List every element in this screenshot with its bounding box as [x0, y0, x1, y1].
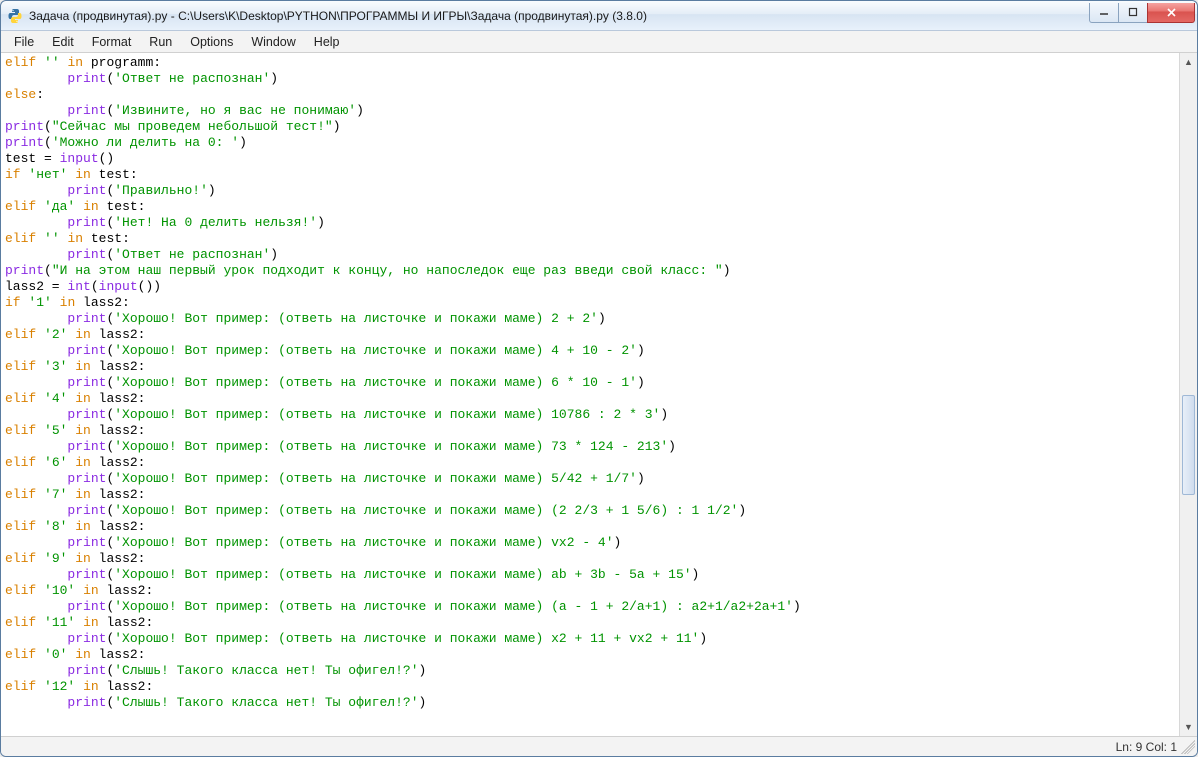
code-line: elif 'да' in test: [5, 199, 1175, 215]
scrollbar-track[interactable] [1180, 71, 1197, 718]
code-line: elif '2' in lass2: [5, 327, 1175, 343]
window-title: Задача (продвинутая).py - C:\Users\K\Des… [29, 9, 1090, 23]
code-line: print('Хорошо! Вот пример: (ответь на ли… [5, 311, 1175, 327]
code-line: print('Хорошо! Вот пример: (ответь на ли… [5, 503, 1175, 519]
code-line: elif '12' in lass2: [5, 679, 1175, 695]
code-line: print("И на этом наш первый урок подходи… [5, 263, 1175, 279]
code-line: elif '6' in lass2: [5, 455, 1175, 471]
scroll-up-arrow-icon[interactable]: ▲ [1180, 53, 1197, 71]
cursor-position: Ln: 9 Col: 1 [1116, 740, 1177, 754]
scrollbar-thumb[interactable] [1182, 395, 1195, 495]
code-line: test = input() [5, 151, 1175, 167]
titlebar[interactable]: Задача (продвинутая).py - C:\Users\K\Des… [1, 1, 1197, 31]
code-line: elif '9' in lass2: [5, 551, 1175, 567]
code-line: print('Хорошо! Вот пример: (ответь на ли… [5, 471, 1175, 487]
code-line: elif '3' in lass2: [5, 359, 1175, 375]
code-line: lass2 = int(input()) [5, 279, 1175, 295]
menu-options[interactable]: Options [181, 33, 242, 51]
statusbar: Ln: 9 Col: 1 [1, 736, 1197, 756]
menu-file[interactable]: File [5, 33, 43, 51]
minimize-button[interactable] [1089, 3, 1119, 23]
code-line: print('Нет! На 0 делить нельзя!') [5, 215, 1175, 231]
code-line: print('Ответ не распознан') [5, 247, 1175, 263]
code-line: print('Хорошо! Вот пример: (ответь на ли… [5, 535, 1175, 551]
menubar: File Edit Format Run Options Window Help [1, 31, 1197, 53]
code-line: print('Можно ли делить на 0: ') [5, 135, 1175, 151]
code-line: elif '0' in lass2: [5, 647, 1175, 663]
code-line: print('Слышь! Такого класса нет! Ты офиг… [5, 663, 1175, 679]
code-line: elif '' in test: [5, 231, 1175, 247]
code-line: if '1' in lass2: [5, 295, 1175, 311]
code-line: elif '4' in lass2: [5, 391, 1175, 407]
menu-format[interactable]: Format [83, 33, 141, 51]
close-button[interactable] [1147, 3, 1195, 23]
code-line: print('Хорошо! Вот пример: (ответь на ли… [5, 407, 1175, 423]
code-line: print('Хорошо! Вот пример: (ответь на ли… [5, 567, 1175, 583]
code-line: print('Извините, но я вас не понимаю') [5, 103, 1175, 119]
scroll-down-arrow-icon[interactable]: ▼ [1180, 718, 1197, 736]
code-line: print('Хорошо! Вот пример: (ответь на ли… [5, 375, 1175, 391]
vertical-scrollbar[interactable]: ▲ ▼ [1179, 53, 1197, 736]
code-line: elif '10' in lass2: [5, 583, 1175, 599]
window-controls [1090, 3, 1195, 23]
code-line: print('Хорошо! Вот пример: (ответь на ли… [5, 439, 1175, 455]
menu-run[interactable]: Run [140, 33, 181, 51]
idle-window: Задача (продвинутая).py - C:\Users\K\Des… [0, 0, 1198, 757]
code-line: elif '11' in lass2: [5, 615, 1175, 631]
code-line: elif '5' in lass2: [5, 423, 1175, 439]
code-line: print('Хорошо! Вот пример: (ответь на ли… [5, 343, 1175, 359]
menu-edit[interactable]: Edit [43, 33, 83, 51]
code-line: if 'нет' in test: [5, 167, 1175, 183]
code-line: elif '8' in lass2: [5, 519, 1175, 535]
code-line: print('Слышь! Такого класса нет! Ты офиг… [5, 695, 1175, 711]
code-line: print('Правильно!') [5, 183, 1175, 199]
menu-window[interactable]: Window [242, 33, 304, 51]
code-line: print('Ответ не распознан') [5, 71, 1175, 87]
maximize-button[interactable] [1118, 3, 1148, 23]
resize-grip-icon[interactable] [1181, 740, 1195, 754]
code-line: elif '' in programm: [5, 55, 1175, 71]
code-line: else: [5, 87, 1175, 103]
code-line: elif '7' in lass2: [5, 487, 1175, 503]
code-line: print("Сейчас мы проведем небольшой тест… [5, 119, 1175, 135]
code-editor[interactable]: elif '' in programm: print('Ответ не рас… [1, 53, 1179, 736]
menu-help[interactable]: Help [305, 33, 349, 51]
editor-area: elif '' in programm: print('Ответ не рас… [1, 53, 1197, 736]
python-app-icon [7, 8, 23, 24]
code-line: print('Хорошо! Вот пример: (ответь на ли… [5, 631, 1175, 647]
code-line: print('Хорошо! Вот пример: (ответь на ли… [5, 599, 1175, 615]
